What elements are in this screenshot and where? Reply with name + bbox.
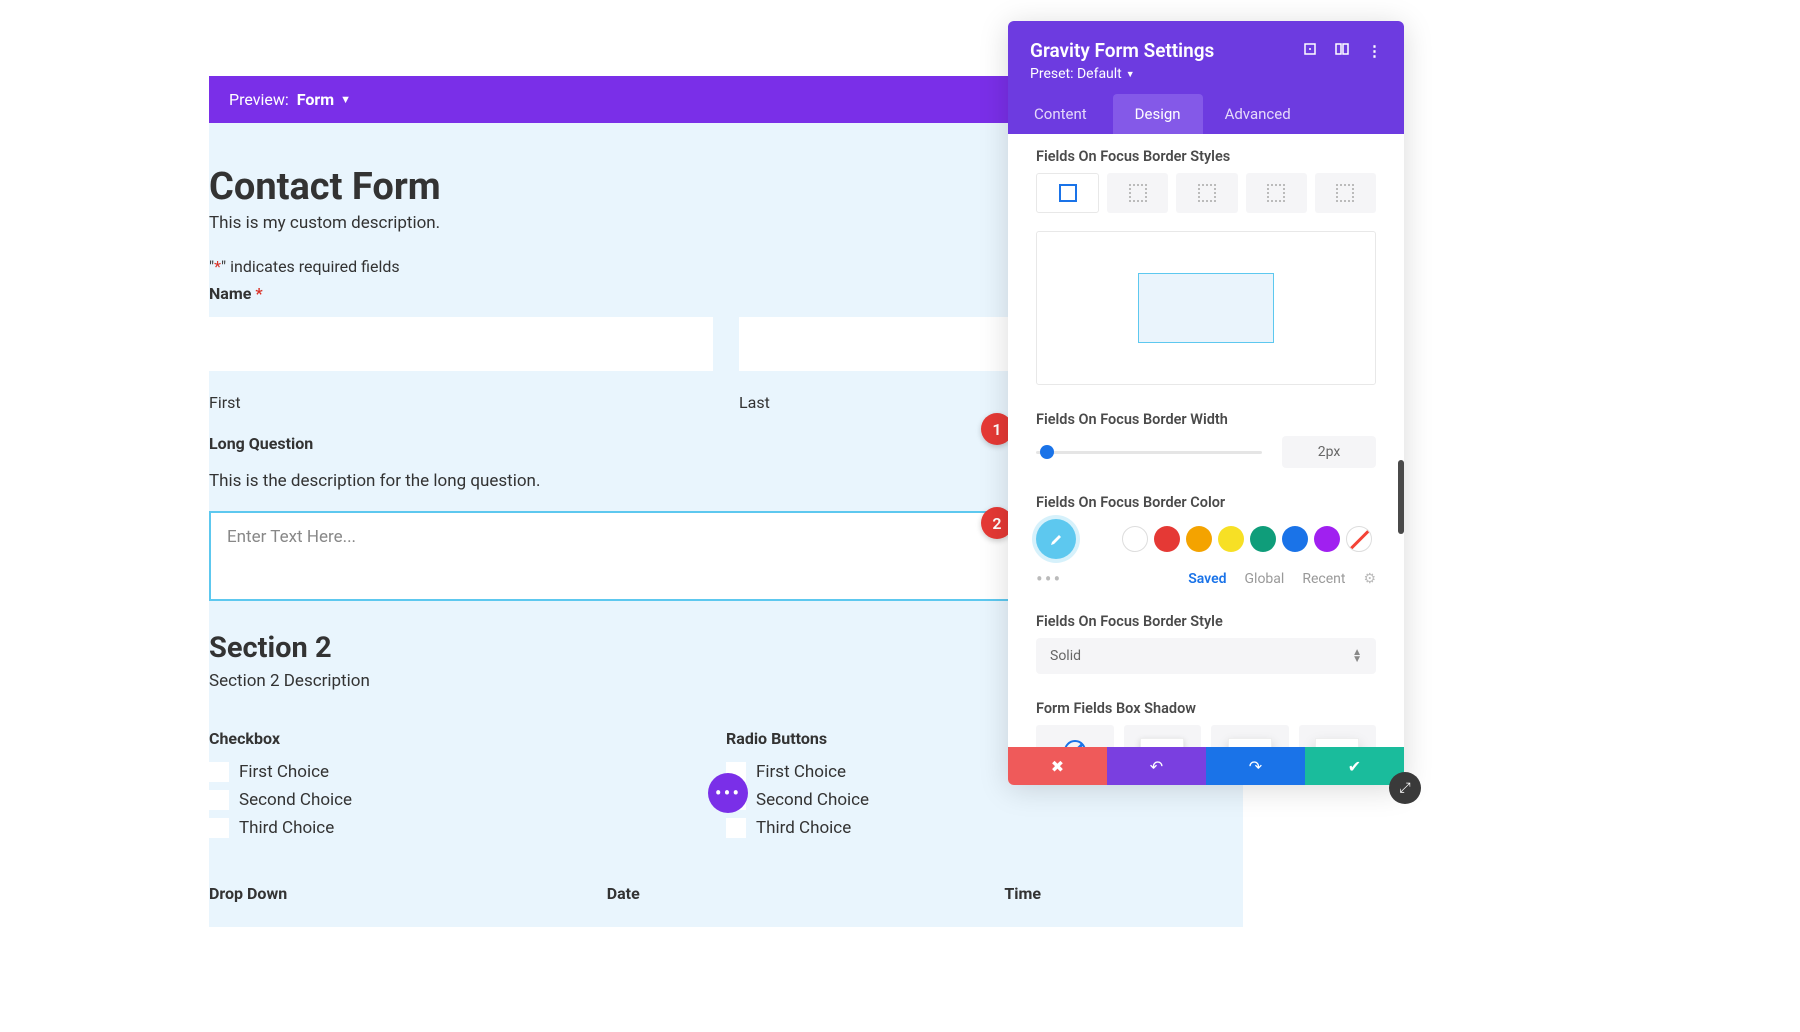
undo-icon: ↶ (1150, 757, 1163, 776)
swatch-green[interactable] (1250, 526, 1276, 552)
border-color-label: Fields On Focus Border Color (1036, 494, 1376, 511)
chevron-down-icon: ▼ (340, 93, 351, 106)
date-label: Date (607, 884, 1005, 903)
border-style-select[interactable]: Solid ▲▼ (1036, 638, 1376, 674)
close-icon: ✖ (1051, 757, 1064, 776)
preview-label: Preview: (229, 90, 289, 109)
check-icon: ✔ (1348, 757, 1361, 776)
color-picker-dropper[interactable] (1036, 519, 1076, 559)
swatch-purple[interactable] (1314, 526, 1340, 552)
swatch-red[interactable] (1154, 526, 1180, 552)
border-styles-label: Fields On Focus Border Styles (1036, 148, 1376, 165)
shadow-option-1[interactable] (1124, 725, 1202, 747)
checkbox-icon (209, 790, 229, 810)
panel-title-text: Gravity Form Settings (1030, 39, 1214, 62)
swatch-orange[interactable] (1186, 526, 1212, 552)
radio-icon (726, 818, 746, 838)
checkbox-option[interactable]: Second Choice (209, 790, 726, 810)
panel-tabs: Content Design Advanced (1008, 94, 1404, 134)
panel-header: Gravity Form Settings ⋮ Preset: Default▼ (1008, 21, 1404, 94)
swatch-black[interactable] (1090, 526, 1116, 552)
more-colors-icon[interactable]: ••• (1036, 567, 1062, 591)
none-icon (1064, 740, 1086, 747)
scrollbar-thumb[interactable] (1398, 460, 1404, 534)
swatch-transparent[interactable] (1346, 526, 1372, 552)
border-style-value: Solid (1050, 648, 1081, 664)
border-style-bottom[interactable] (1246, 173, 1307, 213)
preview-form-dropdown[interactable]: Form ▼ (297, 90, 351, 109)
kebab-menu-icon[interactable]: ⋮ (1367, 42, 1382, 60)
checkbox-icon (209, 762, 229, 782)
color-tab-global[interactable]: Global (1245, 571, 1285, 587)
box-shadow-label: Form Fields Box Shadow (1036, 700, 1376, 717)
border-width-slider[interactable] (1036, 449, 1262, 455)
dropdown-label: Drop Down (209, 884, 607, 903)
panel-footer: ✖ ↶ ↷ ✔ (1008, 747, 1404, 785)
checkbox-option[interactable]: Third Choice (209, 818, 726, 838)
preset-selector[interactable]: Preset: Default▼ (1030, 66, 1382, 82)
expand-icon: ⤢ (1399, 780, 1410, 796)
checkbox-icon (209, 818, 229, 838)
panel-body: Fields On Focus Border Styles Fields On … (1008, 134, 1404, 747)
first-name-sublabel: First (209, 393, 713, 412)
border-style-top[interactable] (1107, 173, 1168, 213)
border-width-value[interactable]: 2px (1282, 436, 1376, 468)
select-arrows-icon: ▲▼ (1352, 649, 1362, 663)
settings-panel: Gravity Form Settings ⋮ Preset: Default▼… (1008, 21, 1404, 785)
border-preview (1036, 231, 1376, 385)
checkbox-label: Checkbox (209, 729, 726, 748)
checkbox-option[interactable]: First Choice (209, 762, 726, 782)
radio-option[interactable]: Second Choice (726, 790, 1243, 810)
undo-button[interactable]: ↶ (1107, 747, 1206, 785)
radio-option[interactable]: Third Choice (726, 818, 1243, 838)
module-options-fab[interactable]: ••• (708, 773, 748, 813)
tab-content[interactable]: Content (1008, 94, 1113, 134)
border-style-label: Fields On Focus Border Style (1036, 613, 1376, 630)
close-button[interactable]: ✖ (1008, 747, 1107, 785)
border-style-all[interactable] (1036, 173, 1099, 213)
border-style-left[interactable] (1315, 173, 1376, 213)
tab-advanced[interactable]: Advanced (1203, 94, 1313, 134)
tab-design[interactable]: Design (1113, 94, 1203, 134)
color-tab-saved[interactable]: Saved (1188, 571, 1226, 587)
border-style-right[interactable] (1176, 173, 1237, 213)
columns-icon[interactable] (1335, 42, 1349, 60)
gear-icon[interactable]: ⚙ (1363, 571, 1376, 587)
save-button[interactable]: ✔ (1305, 747, 1404, 785)
preview-form-name: Form (297, 90, 334, 109)
focus-icon[interactable] (1303, 42, 1317, 60)
shadow-option-2[interactable] (1211, 725, 1289, 747)
shadow-none[interactable] (1036, 725, 1114, 747)
triangle-down-icon: ▼ (1126, 69, 1135, 80)
swatch-blue[interactable] (1282, 526, 1308, 552)
swatch-yellow[interactable] (1218, 526, 1244, 552)
swatch-white[interactable] (1122, 526, 1148, 552)
border-preview-box (1138, 273, 1274, 343)
first-name-input[interactable] (209, 317, 713, 371)
color-tab-recent[interactable]: Recent (1302, 571, 1345, 587)
time-label: Time (1004, 884, 1243, 903)
dots-icon: ••• (715, 781, 741, 805)
shadow-option-3[interactable] (1299, 725, 1377, 747)
redo-button[interactable]: ↷ (1206, 747, 1305, 785)
border-width-label: Fields On Focus Border Width (1036, 411, 1376, 428)
slider-thumb[interactable] (1040, 445, 1054, 459)
expand-fab[interactable]: ⤢ (1389, 772, 1421, 804)
redo-icon: ↷ (1249, 757, 1262, 776)
